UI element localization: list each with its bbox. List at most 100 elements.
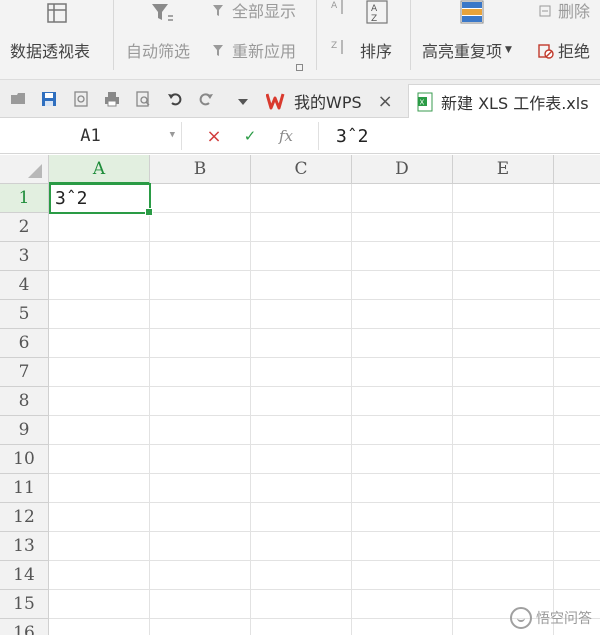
open-folder-icon[interactable] xyxy=(10,90,28,108)
cell[interactable] xyxy=(49,387,150,416)
cell[interactable] xyxy=(251,561,352,590)
cell[interactable] xyxy=(251,358,352,387)
cell[interactable] xyxy=(554,184,600,213)
show-all-button[interactable]: 全部显示 xyxy=(212,0,296,22)
customize-toolbar-icon[interactable] xyxy=(236,93,254,111)
cell[interactable] xyxy=(352,445,453,474)
redo-icon[interactable] xyxy=(197,90,215,108)
cell[interactable] xyxy=(352,329,453,358)
cell[interactable] xyxy=(453,474,554,503)
cell[interactable] xyxy=(150,590,251,619)
column-header-b[interactable]: B xyxy=(150,155,251,184)
cell[interactable] xyxy=(554,561,600,590)
column-header-e[interactable]: E xyxy=(453,155,554,184)
cell[interactable] xyxy=(150,300,251,329)
reapply-button[interactable]: 重新应用 xyxy=(212,38,296,62)
row-header-12[interactable]: 12 xyxy=(0,503,49,532)
pivot-table-button[interactable]: 数据透视表 xyxy=(10,38,90,62)
select-all-button[interactable] xyxy=(0,155,49,184)
cell[interactable] xyxy=(150,445,251,474)
cell[interactable] xyxy=(49,242,150,271)
chevron-down-icon[interactable]: ▼ xyxy=(170,130,175,140)
cell[interactable] xyxy=(150,213,251,242)
cell[interactable] xyxy=(150,619,251,635)
cell[interactable] xyxy=(251,503,352,532)
cell[interactable] xyxy=(352,416,453,445)
cell[interactable] xyxy=(49,619,150,635)
cell[interactable] xyxy=(150,532,251,561)
reject-duplicates-button[interactable]: 拒绝 xyxy=(538,38,590,62)
cell[interactable] xyxy=(150,242,251,271)
cell[interactable] xyxy=(453,532,554,561)
cell[interactable] xyxy=(251,213,352,242)
cell[interactable] xyxy=(453,358,554,387)
cell[interactable] xyxy=(49,561,150,590)
cell[interactable] xyxy=(150,561,251,590)
cell[interactable] xyxy=(352,474,453,503)
cell[interactable] xyxy=(352,590,453,619)
tab-my-wps[interactable]: 我的WPS × xyxy=(258,84,406,118)
cell-a1[interactable]: 3ˆ2 xyxy=(49,183,153,216)
cell[interactable] xyxy=(453,416,554,445)
delete-duplicates-button[interactable]: 删除 xyxy=(538,0,590,22)
print-preview-icon[interactable] xyxy=(134,90,152,108)
cell[interactable] xyxy=(251,329,352,358)
row-header-2[interactable]: 2 xyxy=(0,213,49,242)
cell[interactable] xyxy=(251,474,352,503)
row-header-10[interactable]: 10 xyxy=(0,445,49,474)
dialog-launcher-icon[interactable] xyxy=(296,64,303,71)
name-box[interactable]: A1 ▼ xyxy=(0,122,182,150)
cell[interactable] xyxy=(49,590,150,619)
pivot-table-icon[interactable] xyxy=(46,2,68,24)
cell[interactable] xyxy=(49,329,150,358)
sort-ascending-icon[interactable]: A xyxy=(330,0,346,16)
column-header-f[interactable] xyxy=(554,155,600,184)
cell[interactable] xyxy=(150,358,251,387)
row-header-8[interactable]: 8 xyxy=(0,387,49,416)
row-header-5[interactable]: 5 xyxy=(0,300,49,329)
cell[interactable] xyxy=(554,271,600,300)
cell[interactable] xyxy=(554,213,600,242)
sort-az-icon[interactable]: AZ xyxy=(366,0,388,24)
cell[interactable] xyxy=(352,387,453,416)
cell[interactable] xyxy=(352,561,453,590)
formula-input[interactable]: 3ˆ2 xyxy=(336,122,369,150)
insert-function-button[interactable]: fx xyxy=(274,124,298,148)
row-header-1[interactable]: 1 xyxy=(0,184,49,213)
cell[interactable] xyxy=(251,416,352,445)
cell[interactable] xyxy=(453,271,554,300)
highlight-duplicates-button[interactable]: 高亮重复项 ▼ xyxy=(422,38,512,62)
close-icon[interactable]: × xyxy=(378,91,393,112)
cell[interactable] xyxy=(352,619,453,635)
cell[interactable] xyxy=(352,271,453,300)
row-header-9[interactable]: 9 xyxy=(0,416,49,445)
cell[interactable] xyxy=(554,503,600,532)
cell[interactable] xyxy=(251,271,352,300)
cell[interactable] xyxy=(352,213,453,242)
cell[interactable] xyxy=(453,300,554,329)
cell[interactable] xyxy=(554,300,600,329)
cell[interactable] xyxy=(453,184,554,213)
cell[interactable] xyxy=(554,387,600,416)
cell[interactable] xyxy=(453,445,554,474)
cell[interactable] xyxy=(49,503,150,532)
cell[interactable] xyxy=(554,445,600,474)
filter-icon[interactable] xyxy=(150,2,174,24)
row-header-14[interactable]: 14 xyxy=(0,561,49,590)
cell[interactable] xyxy=(554,242,600,271)
cell[interactable] xyxy=(352,300,453,329)
column-header-c[interactable]: C xyxy=(251,155,352,184)
cell[interactable] xyxy=(49,358,150,387)
cell[interactable] xyxy=(49,213,150,242)
cell[interactable] xyxy=(251,387,352,416)
cell[interactable] xyxy=(554,358,600,387)
row-header-16[interactable]: 16 xyxy=(0,619,49,635)
cell[interactable] xyxy=(251,619,352,635)
cell[interactable] xyxy=(352,242,453,271)
cell[interactable] xyxy=(554,416,600,445)
cell[interactable] xyxy=(453,242,554,271)
cell[interactable] xyxy=(554,329,600,358)
row-header-13[interactable]: 13 xyxy=(0,532,49,561)
cell[interactable] xyxy=(453,213,554,242)
sort-button[interactable]: 排序 xyxy=(360,38,392,62)
